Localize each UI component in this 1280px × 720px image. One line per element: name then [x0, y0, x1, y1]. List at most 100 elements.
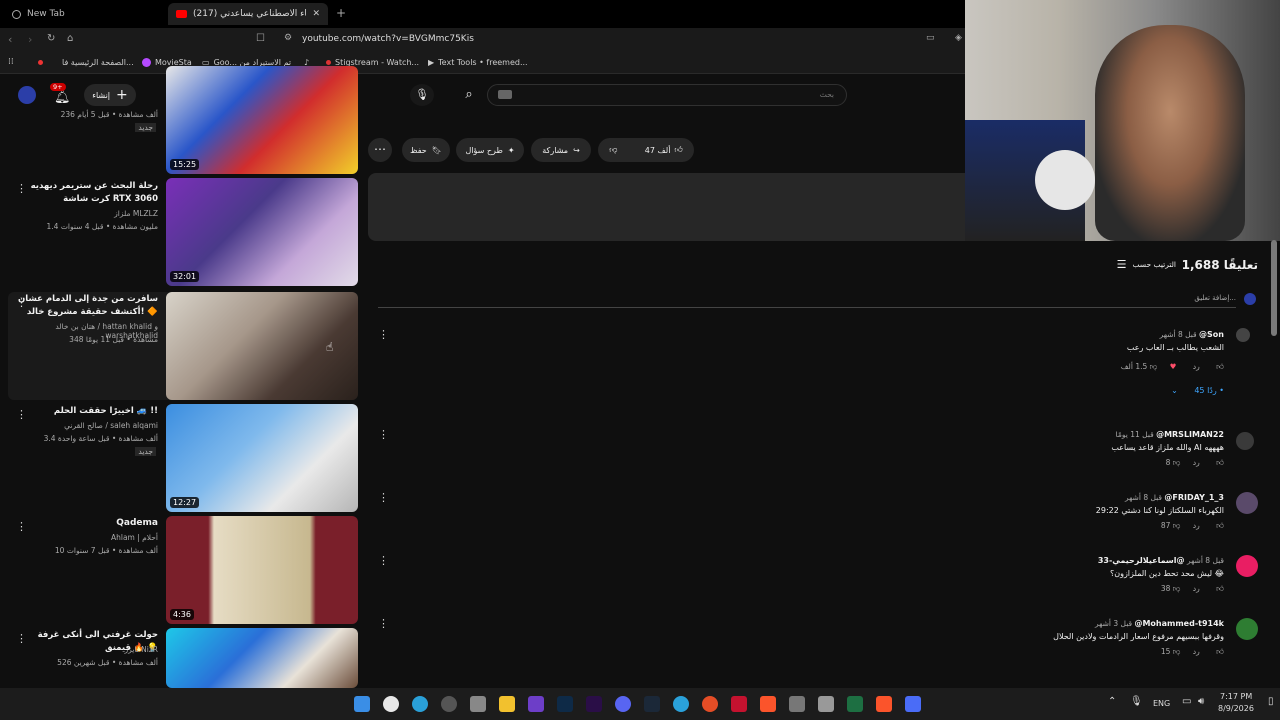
video-thumbnail[interactable] — [166, 628, 358, 688]
video-title[interactable]: Qadema — [18, 517, 158, 530]
app-icon[interactable] — [789, 696, 805, 712]
tab-youtube[interactable]: (217) الغباء الاصطناعي يساعدني ... ✕ — [168, 3, 328, 25]
video-thumbnail[interactable]: 32:01 — [166, 178, 358, 286]
channel-name[interactable]: صالح القرني / saleh alqami — [8, 421, 158, 430]
brave-icon[interactable] — [760, 696, 776, 712]
steam-icon[interactable] — [441, 696, 457, 712]
bookmark-item[interactable]: ▶ Text Tools • freemed... — [428, 58, 528, 67]
dislike-icon[interactable]: 👎︎ — [609, 145, 617, 155]
site-info-icon[interactable]: ⚙ — [284, 33, 292, 43]
url-field[interactable]: youtube.com/watch?v=BVGMmc75Kis — [302, 34, 474, 44]
channel-name[interactable]: ملزاز MLZLZ — [8, 209, 158, 218]
sort-button[interactable]: ☰ الترتيب حسب — [1117, 258, 1176, 271]
like-icon[interactable]: 👍︎ — [1216, 584, 1224, 593]
channel-name[interactable]: نايزر NizR — [8, 645, 158, 654]
keyboard-icon[interactable] — [498, 90, 512, 99]
avatar[interactable] — [1236, 328, 1250, 342]
dislike-icon[interactable]: 👎︎ — [1150, 362, 1158, 371]
photoshop-icon[interactable] — [557, 696, 573, 712]
clock-date[interactable]: 8/9/2026 — [1218, 704, 1254, 713]
like-icon[interactable]: 👍︎ — [1216, 362, 1224, 371]
like-button[interactable]: 47 ألف 👍︎ — [645, 145, 683, 155]
more-options-icon[interactable]: ⋮ — [378, 328, 389, 341]
excel-icon[interactable] — [847, 696, 863, 712]
notification-icon[interactable]: ▯ — [1268, 696, 1274, 707]
home-icon[interactable]: ⌂ — [67, 33, 73, 44]
tab-new-tab[interactable]: New Tab — [4, 3, 73, 25]
share-button[interactable]: مشاركة ↪ — [531, 138, 591, 162]
more-actions-button[interactable]: ⋯ — [368, 138, 392, 162]
user-avatar — [1244, 293, 1256, 305]
list-item[interactable]: 15:25 236 ألف مشاهدة • قبل 5 أيام جديد — [8, 66, 358, 174]
voice-search-button[interactable]: 🎙︎ — [410, 84, 434, 106]
list-item[interactable]: ⋮ Qadema Ahlam | أحلام 10 ألف مشاهدة • ق… — [8, 516, 358, 624]
like-icon[interactable]: 👍︎ — [1216, 521, 1224, 530]
close-icon[interactable]: ✕ — [312, 9, 320, 19]
dislike-icon[interactable]: 👎︎ — [1173, 647, 1181, 656]
list-item[interactable]: ⋮ اخييرًا حققت الحلم 🚙 !! صالح القرني / … — [8, 404, 358, 512]
video-title[interactable]: رحلة البحث عن ستريمر ديهديه كرت شاشة RTX… — [18, 180, 158, 206]
steam-app-icon[interactable] — [644, 696, 660, 712]
video-thumbnail[interactable]: 12:27 — [166, 404, 358, 512]
network-icon[interactable]: ▭ — [1182, 696, 1191, 707]
avatar[interactable] — [1236, 618, 1258, 640]
add-comment-input[interactable]: إضافة تعليق... — [378, 294, 1236, 308]
avatar[interactable] — [1236, 492, 1258, 514]
app-icon[interactable] — [702, 696, 718, 712]
dislike-icon[interactable]: 👎︎ — [1173, 584, 1181, 593]
avatar[interactable] — [1236, 555, 1258, 577]
dislike-icon[interactable]: 👎︎ — [1173, 458, 1181, 467]
reload-icon[interactable]: ↻ — [47, 33, 55, 44]
video-title[interactable]: سافرت من جدة إلى الدمام عشان أكتشف حقيقة… — [18, 293, 158, 319]
more-options-icon[interactable]: ⋮ — [378, 554, 389, 567]
like-icon[interactable]: 👍︎ — [1216, 458, 1224, 467]
volume-icon[interactable]: 🔊︎ — [1198, 696, 1204, 707]
discord-icon[interactable] — [615, 696, 631, 712]
webcam-overlay — [965, 0, 1280, 241]
search-button[interactable]: ⌕ — [452, 84, 486, 106]
channel-name[interactable]: Ahlam | أحلام — [8, 533, 158, 542]
search-input[interactable]: بحث — [487, 84, 847, 106]
ask-button[interactable]: طرح سؤال ✦ — [456, 138, 524, 162]
bookmark-icon[interactable]: ☐ — [256, 33, 265, 44]
address-bar-row: ‹ › ↻ ⌂ ☐ ⚙ youtube.com/watch?v=BVGMmc75… — [0, 28, 965, 52]
scrollbar-thumb[interactable] — [1271, 240, 1277, 336]
dislike-icon[interactable]: 👎︎ — [1173, 521, 1181, 530]
more-options-icon[interactable]: ⋮ — [378, 491, 389, 504]
app-icon[interactable] — [905, 696, 921, 712]
list-item[interactable]: ⋮ رحلة البحث عن ستريمر ديهديه كرت شاشة R… — [8, 178, 358, 286]
video-title[interactable]: اخييرًا حققت الحلم 🚙 !! — [18, 405, 158, 418]
brave-icon[interactable] — [876, 696, 892, 712]
save-button[interactable]: حفظ 🔖︎ — [402, 138, 450, 162]
language-indicator[interactable]: ENG — [1153, 699, 1170, 708]
premiere-icon[interactable] — [586, 696, 602, 712]
app-icon[interactable] — [731, 696, 747, 712]
edge-icon[interactable] — [412, 696, 428, 712]
store-icon[interactable] — [470, 696, 486, 712]
list-item[interactable]: ⋮ سافرت من جدة إلى الدمام عشان أكتشف حقي… — [8, 292, 358, 400]
list-item[interactable]: ⋮ حولت غرفتي الى أنكى غرفة قيمنق 🔥 💡 ناي… — [8, 628, 358, 688]
tab-label: (217) الغباء الاصطناعي يساعدني ... — [193, 9, 307, 19]
chrome-icon[interactable] — [383, 696, 399, 712]
telegram-icon[interactable] — [673, 696, 689, 712]
more-options-icon[interactable]: ⋮ — [378, 617, 389, 630]
shield-icon[interactable]: ◈ — [955, 33, 962, 43]
avatar[interactable] — [1236, 432, 1254, 450]
forward-icon[interactable]: › — [28, 33, 32, 46]
video-description[interactable] — [368, 173, 965, 241]
back-icon[interactable]: ‹ — [8, 33, 12, 46]
media-player-icon[interactable] — [528, 696, 544, 712]
more-options-icon[interactable]: ⋮ — [378, 428, 389, 441]
replies-toggle[interactable]: ⌄ 45 ردًا • — [424, 386, 1224, 395]
folder-icon[interactable] — [499, 696, 515, 712]
like-icon[interactable]: 👍︎ — [1216, 647, 1224, 656]
new-tab-button[interactable]: + — [336, 6, 346, 20]
start-icon[interactable] — [354, 696, 370, 712]
microphone-icon[interactable]: 🎙︎ — [1130, 696, 1143, 707]
video-thumbnail[interactable]: 15:25 — [166, 66, 358, 174]
clock-time[interactable]: 7:17 PM — [1220, 692, 1252, 701]
app-icon[interactable] — [818, 696, 834, 712]
chevron-up-icon[interactable]: ⌃ — [1108, 696, 1116, 707]
cast-icon[interactable]: ▭ — [926, 33, 935, 43]
video-thumbnail[interactable]: 4:36 — [166, 516, 358, 624]
